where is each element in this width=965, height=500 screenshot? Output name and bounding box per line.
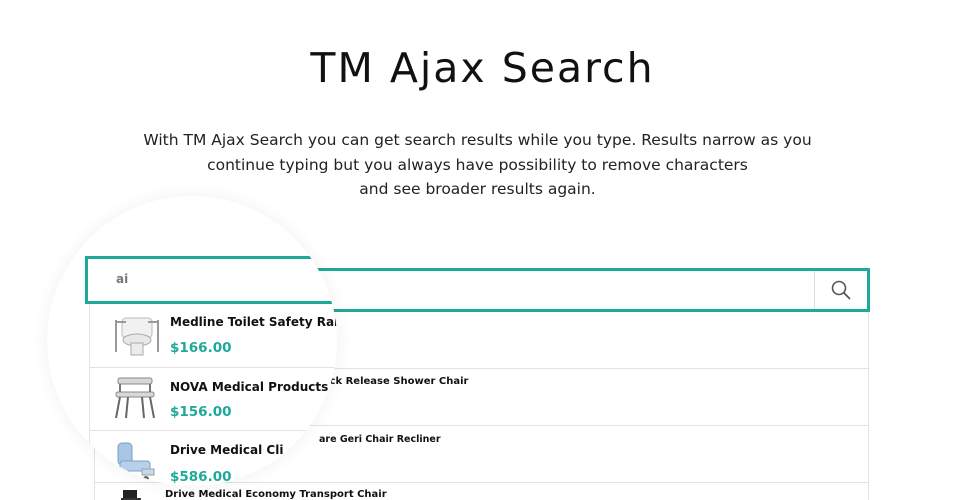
promo-stage: TM Ajax Search With TM Ajax Search you c… — [0, 0, 965, 500]
list-item[interactable]: NOVA Medical Products 9 $156.00 — [90, 368, 337, 431]
search-button[interactable] — [814, 271, 867, 309]
magnified-results-list: Medline Toilet Safety Rails $166.00 NOVA… — [89, 304, 337, 486]
shower-chair-icon — [115, 377, 155, 419]
description-line-2: continue typing but you always have poss… — [207, 155, 748, 174]
magnifier-circle: ai Medline Toilet Safety Rails $166.00 N… — [47, 196, 337, 486]
geri-chair-icon — [117, 442, 155, 482]
page-description: With TM Ajax Search you can get search r… — [120, 128, 835, 202]
description-line-3: and see broader results again. — [359, 180, 596, 198]
search-icon — [831, 280, 851, 300]
result-price: $166.00 — [170, 340, 232, 356]
list-item[interactable]: Drive Medical Cli $586.00 — [90, 431, 337, 486]
result-name: Drive Medical Economy Transport Chair — [165, 489, 387, 500]
result-name: Medline Toilet Safety Rails — [170, 315, 337, 329]
magnified-search-input[interactable]: ai — [85, 256, 337, 304]
transport-chair-icon — [121, 490, 141, 500]
result-name-tail: uick Release Shower Chair — [319, 376, 469, 387]
result-price: $156.00 — [170, 404, 232, 420]
result-name: Drive Medical Cli — [170, 443, 284, 457]
page-title: TM Ajax Search — [310, 44, 655, 92]
description-line-1: With TM Ajax Search you can get search r… — [143, 131, 812, 149]
result-name-tail: are Geri Chair Recliner — [319, 434, 441, 445]
search-query: ai — [116, 272, 129, 286]
result-price: $586.00 — [170, 469, 232, 485]
toilet-safety-rails-icon — [115, 317, 159, 356]
result-name: NOVA Medical Products 9 — [170, 380, 337, 394]
list-item[interactable]: Medline Toilet Safety Rails $166.00 — [90, 304, 337, 368]
